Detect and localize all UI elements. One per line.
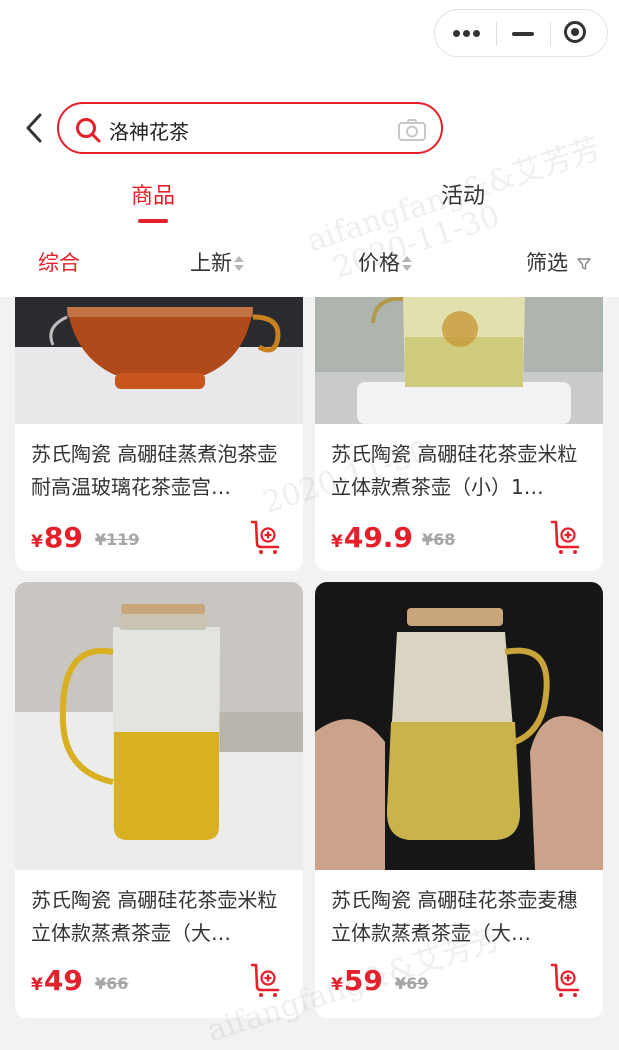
product-title: 苏氏陶瓷 高硼硅蒸煮泡茶壶耐高温玻璃花茶壶宫… xyxy=(31,442,278,499)
original-price: ¥69 xyxy=(395,974,429,993)
product-grid: 苏氏陶瓷 高硼硅蒸煮泡茶壶耐高温玻璃花茶壶宫… ¥89 ¥119 苏氏陶瓷 高硼… xyxy=(0,297,619,1018)
filter-screen-label: 筛选 xyxy=(526,251,568,275)
close-target-icon[interactable] xyxy=(564,21,586,43)
mini-program-capsule xyxy=(434,9,608,57)
price-value: 89 xyxy=(43,521,83,554)
price-value: 49 xyxy=(43,964,83,997)
product-title: 苏氏陶瓷 高硼硅花茶壶米粒立体款煮茶壶（小）1… xyxy=(331,442,578,499)
add-to-cart-icon[interactable] xyxy=(250,962,284,998)
more-icon[interactable] xyxy=(453,22,485,44)
search-icon xyxy=(75,117,101,147)
currency-symbol: ¥ xyxy=(331,532,343,552)
product-card[interactable]: 苏氏陶瓷 高硼硅花茶壶米粒立体款蒸煮茶壶（大… ¥49 ¥66 xyxy=(15,582,303,1018)
product-price: ¥49.9 xyxy=(331,521,413,554)
divider xyxy=(550,22,551,46)
original-price: ¥119 xyxy=(95,530,140,549)
sort-arrows-icon xyxy=(234,256,244,272)
tab-indicator xyxy=(138,219,168,223)
product-image xyxy=(15,297,303,424)
search-bar[interactable]: 洛神花茶 xyxy=(57,102,443,154)
currency-symbol: ¥ xyxy=(31,532,43,552)
sort-arrows-icon xyxy=(402,256,412,272)
currency-symbol: ¥ xyxy=(331,975,343,995)
original-price: ¥68 xyxy=(422,530,456,549)
filter-price[interactable]: 价格 xyxy=(358,247,412,277)
filter-comprehensive[interactable]: 综合 xyxy=(38,247,80,277)
filter-price-label: 价格 xyxy=(358,251,400,275)
price-value: 59 xyxy=(343,964,383,997)
tab-activities[interactable]: 活动 xyxy=(441,178,485,210)
camera-icon[interactable] xyxy=(397,118,427,146)
filter-new-label: 上新 xyxy=(190,251,232,275)
funnel-icon xyxy=(576,258,591,270)
product-title: 苏氏陶瓷 高硼硅花茶壶米粒立体款蒸煮茶壶（大… xyxy=(31,888,278,945)
search-input[interactable]: 洛神花茶 xyxy=(109,116,189,145)
filter-new[interactable]: 上新 xyxy=(190,247,244,277)
product-title: 苏氏陶瓷 高硼硅花茶壶麦穗立体款蒸煮茶壶（大… xyxy=(331,888,578,945)
tab-bar: 商品 活动 xyxy=(0,170,619,223)
product-price: ¥59 xyxy=(331,964,383,997)
product-price: ¥49 xyxy=(31,964,83,997)
filter-screen[interactable]: 筛选 xyxy=(526,247,591,277)
back-icon[interactable] xyxy=(22,112,50,144)
add-to-cart-icon[interactable] xyxy=(250,519,284,555)
minimize-icon[interactable] xyxy=(512,32,534,36)
product-image xyxy=(315,582,603,870)
product-image xyxy=(15,582,303,870)
original-price: ¥66 xyxy=(95,974,129,993)
divider xyxy=(496,22,497,46)
product-card[interactable]: 苏氏陶瓷 高硼硅花茶壶麦穗立体款蒸煮茶壶（大… ¥59 ¥69 xyxy=(315,582,603,1018)
product-card[interactable]: 苏氏陶瓷 高硼硅蒸煮泡茶壶耐高温玻璃花茶壶宫… ¥89 ¥119 xyxy=(15,297,303,571)
product-image xyxy=(315,297,603,424)
filter-bar: 综合 上新 价格 筛选 xyxy=(0,240,619,284)
price-value: 49.9 xyxy=(343,521,413,554)
currency-symbol: ¥ xyxy=(31,975,43,995)
add-to-cart-icon[interactable] xyxy=(550,519,584,555)
product-price: ¥89 xyxy=(31,521,83,554)
tab-products[interactable]: 商品 xyxy=(131,178,175,210)
add-to-cart-icon[interactable] xyxy=(550,962,584,998)
product-card[interactable]: 苏氏陶瓷 高硼硅花茶壶米粒立体款煮茶壶（小）1… ¥49.9 ¥68 xyxy=(315,297,603,571)
